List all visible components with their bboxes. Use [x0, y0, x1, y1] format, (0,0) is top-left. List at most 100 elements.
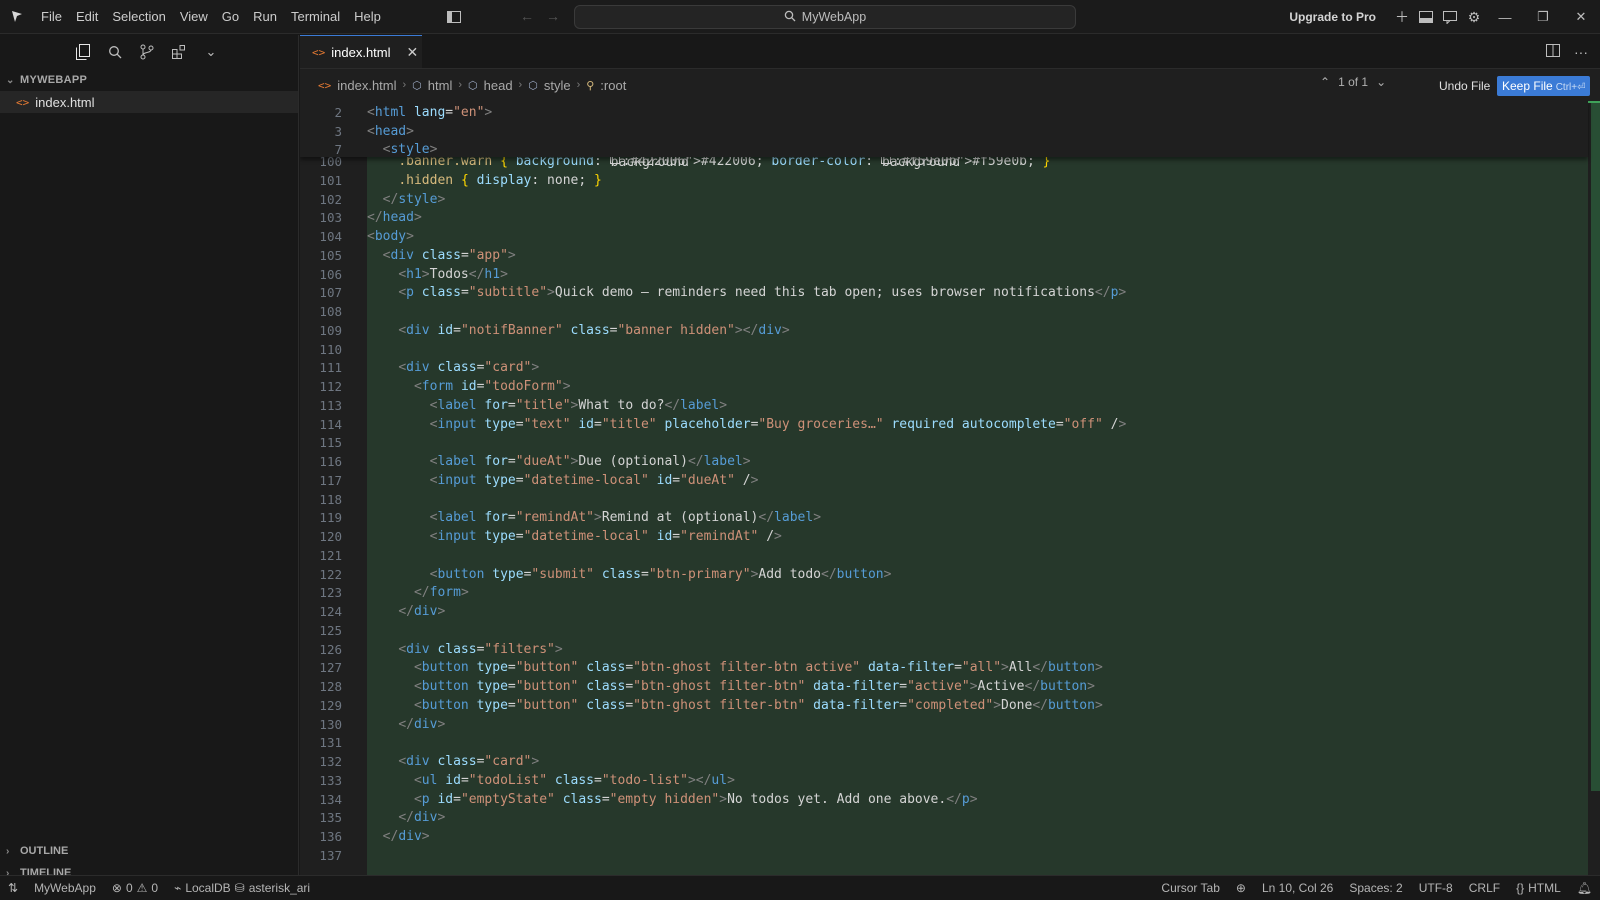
status-bar: ⇅ MyWebApp ⊗ 0 ⚠ 0 ⌁ LocalDB ⛁ asterisk_…	[0, 875, 1600, 900]
code-text: </form>	[413, 585, 469, 601]
remote-indicator[interactable]: ⇅	[0, 876, 26, 900]
code-text: <div id="notifBanner" class="banner hidd…	[398, 322, 790, 338]
close-window-icon[interactable]: ✕	[1562, 0, 1600, 34]
sidebar-toolbar: ⌄	[0, 35, 298, 69]
line-number: 126	[319, 641, 342, 657]
encoding-status[interactable]: UTF-8	[1411, 876, 1461, 900]
breadcrumb-item[interactable]: :root	[600, 78, 626, 93]
chevron-down-icon[interactable]: ⌄	[200, 41, 222, 63]
more-actions-icon[interactable]: ···	[1574, 44, 1588, 60]
code-text: <p id="emptyState" class="empty hidden">…	[413, 791, 978, 807]
upgrade-link[interactable]: Upgrade to Pro	[1289, 10, 1376, 24]
code-line: 114 <input type="text" id="title" placeh…	[300, 415, 1588, 434]
extensions-icon[interactable]	[168, 41, 190, 63]
menu-edit[interactable]: Edit	[69, 0, 105, 34]
menu-terminal[interactable]: Terminal	[284, 0, 347, 34]
code-line: 108	[300, 302, 1588, 321]
error-count: 0	[125, 881, 133, 895]
code-editor[interactable]: 2 <html lang="en"> 3 <head> 7 <style> 100 .b…	[300, 101, 1600, 875]
line-number: 119	[319, 510, 342, 526]
explorer-section-header[interactable]: ⌄ MYWEBAPP	[0, 69, 298, 91]
sidebar: ⌄ ⌄ MYWEBAPP <> index.html › OUTLINE › T…	[0, 35, 299, 879]
line-number: 104	[319, 229, 342, 244]
code-line: 120 <input type="datetime-local" id="rem…	[300, 527, 1588, 546]
explorer-icon[interactable]	[72, 41, 94, 63]
outline-section-header[interactable]: › OUTLINE	[0, 840, 299, 862]
editor-area: <> index.html ✕ ··· <> index.html › ⬡ ht…	[300, 35, 1600, 875]
workspace-status-label: MyWebApp	[34, 881, 96, 895]
search-icon[interactable]	[104, 41, 126, 63]
element-icon: ⬡	[412, 79, 422, 92]
sticky-scroll-header[interactable]: 2 <html lang="en"> 3 <head> 7 <style>	[300, 101, 1588, 157]
file-tree-item-index-html[interactable]: <> index.html	[0, 91, 298, 113]
previous-change-icon[interactable]: ⌃	[1320, 75, 1330, 89]
code-text: <html lang="en">	[367, 105, 493, 120]
gear-icon[interactable]: ⚙	[1462, 0, 1486, 34]
title-bar: File Edit Selection View Go Run Terminal Help ←…	[0, 0, 1600, 34]
cursor-position[interactable]: Ln 10, Col 26	[1254, 876, 1341, 900]
breadcrumb-item[interactable]: index.html	[337, 78, 396, 93]
line-number: 117	[319, 472, 342, 488]
database-status[interactable]: ⌁ LocalDB ⛁ asterisk_ari	[166, 876, 318, 900]
code-text: <ul id="todoList" class="todo-list"></ul…	[413, 772, 735, 788]
breadcrumb-item[interactable]: html	[428, 78, 453, 93]
menu-run[interactable]: Run	[246, 0, 284, 34]
menu-view[interactable]: View	[173, 0, 215, 34]
database-label: LocalDB	[185, 881, 231, 895]
keep-file-button[interactable]: Keep File Ctrl+⏎	[1497, 76, 1591, 96]
language-mode[interactable]: {} HTML	[1508, 876, 1569, 900]
line-number: 110	[319, 341, 342, 357]
menu-selection[interactable]: Selection	[105, 0, 172, 34]
cursor-tab-status[interactable]: Cursor Tab	[1153, 876, 1227, 900]
code-line: 109 <div id="notifBanner" class="banner …	[300, 321, 1588, 340]
code-line: 7 <style>	[300, 140, 1588, 159]
zoom-icon[interactable]: ⊕	[1228, 876, 1254, 900]
menu-file[interactable]: File	[34, 0, 69, 34]
back-icon[interactable]: ←	[520, 8, 534, 24]
undo-file-button[interactable]: Undo File	[1433, 76, 1496, 96]
command-center-search[interactable]: MyWebApp	[574, 5, 1076, 29]
chat-icon[interactable]	[1438, 0, 1462, 34]
code-text: <button type="submit" class="btn-primary…	[429, 566, 892, 582]
next-change-icon[interactable]: ⌄	[1376, 75, 1386, 89]
line-number: 115	[319, 435, 342, 451]
split-editor-icon[interactable]	[1546, 43, 1560, 60]
toggle-panel-icon[interactable]	[1414, 0, 1438, 34]
minimize-icon[interactable]: —	[1486, 0, 1524, 34]
editor-scrollbar[interactable]	[1588, 101, 1600, 875]
code-text: <label for="remindAt">Remind at (optiona…	[429, 510, 822, 526]
line-number: 130	[319, 716, 342, 732]
code-text: </div>	[398, 716, 446, 732]
indentation-status[interactable]: Spaces: 2	[1341, 876, 1410, 900]
menu-go[interactable]: Go	[215, 0, 246, 34]
command-center-label: MyWebApp	[801, 10, 867, 24]
warning-icon: ⚠	[136, 881, 148, 895]
chevron-right-icon: ›	[402, 79, 407, 91]
problems-status[interactable]: ⊗ 0 ⚠ 0	[104, 876, 166, 900]
scrollbar-change-marker	[1588, 101, 1600, 103]
breadcrumb-item[interactable]: head	[484, 78, 513, 93]
code-line: 136 </div>	[300, 827, 1588, 846]
code-line: 116 <label for="dueAt">Due (optional)</l…	[300, 452, 1588, 471]
code-line: 103 </head>	[300, 208, 1588, 227]
menu-help[interactable]: Help	[347, 0, 388, 34]
source-control-icon[interactable]	[136, 41, 158, 63]
scrollbar-thumb[interactable]	[1591, 101, 1600, 791]
eol-label: CRLF	[1468, 881, 1501, 895]
eol-status[interactable]: CRLF	[1461, 876, 1508, 900]
chevron-right-icon: ›	[6, 845, 10, 857]
tab-index-html[interactable]: <> index.html ✕	[300, 35, 422, 68]
code-line: 106 <h1>Todos</h1>	[300, 265, 1588, 284]
restore-icon[interactable]: ❐	[1524, 0, 1562, 34]
forward-icon[interactable]: →	[546, 8, 560, 24]
toggle-sidebar-icon[interactable]	[446, 9, 462, 25]
breadcrumb-item[interactable]: style	[544, 78, 571, 93]
outline-label: OUTLINE	[20, 845, 69, 857]
notifications-icon[interactable]: 🔔︎	[1569, 876, 1600, 900]
close-tab-icon[interactable]: ✕	[407, 44, 419, 61]
workspace-status[interactable]: MyWebApp	[26, 876, 104, 900]
new-agent-icon[interactable]: ＋	[1390, 0, 1414, 34]
menu-bar: File Edit Selection View Go Run Terminal Help	[34, 0, 388, 34]
line-number: 121	[319, 547, 342, 563]
navigation-arrows: ← →	[520, 8, 560, 24]
